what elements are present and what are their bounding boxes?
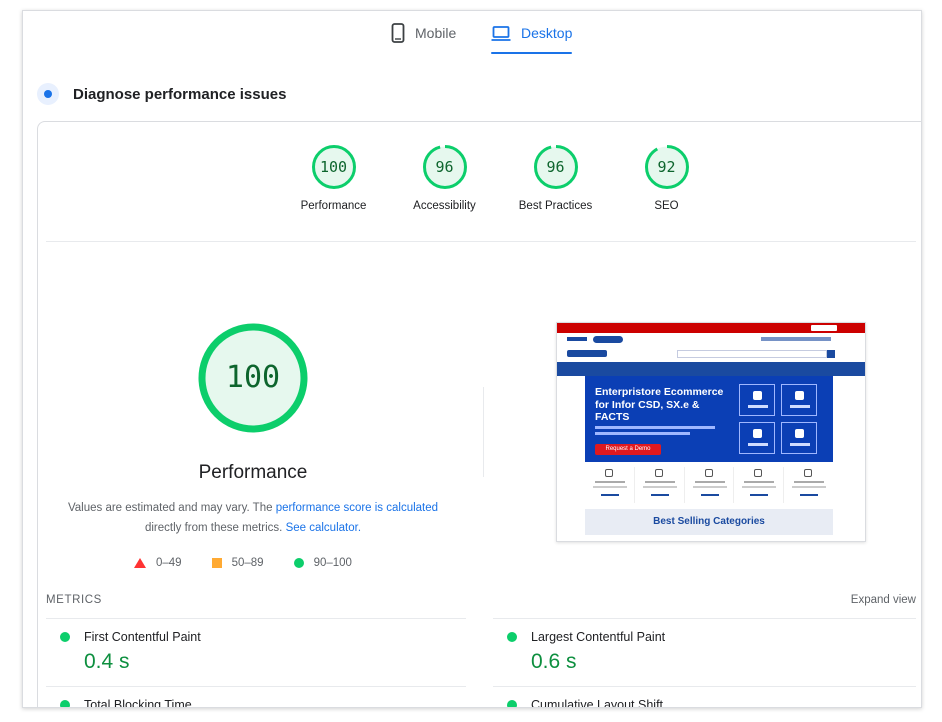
metrics-title: METRICS bbox=[46, 594, 102, 606]
gauge-ring: 96 bbox=[422, 144, 468, 190]
thumb-best-selling: Best Selling Categories bbox=[585, 509, 833, 535]
gauge-label: Accessibility bbox=[413, 200, 476, 212]
metric-cls: Cumulative Layout Shift bbox=[507, 698, 664, 708]
pass-circle-icon bbox=[60, 632, 70, 642]
gauge-ring: 96 bbox=[533, 144, 579, 190]
desc-text: directly from these metrics. bbox=[144, 522, 286, 534]
divider bbox=[46, 686, 466, 687]
diagnose-header: Diagnose performance issues bbox=[37, 83, 286, 105]
thumb-cta: Request a Demo bbox=[595, 444, 661, 455]
performance-summary: 100 Performance Values are estimated and… bbox=[38, 322, 468, 538]
pagespeed-panel: Mobile Desktop Diagnose performance issu… bbox=[22, 10, 922, 708]
gauge-score: 100 bbox=[319, 158, 348, 176]
metric-name: Total Blocking Time bbox=[84, 698, 192, 708]
triangle-icon bbox=[134, 558, 146, 568]
legend-fail: 0–49 bbox=[134, 557, 182, 569]
pass-circle-icon bbox=[507, 632, 517, 642]
desc-text: Values are estimated and may vary. The bbox=[67, 502, 276, 514]
performance-score: 100 bbox=[225, 360, 281, 395]
gauge-seo[interactable]: 92 SEO bbox=[611, 144, 722, 212]
laptop-icon bbox=[491, 23, 511, 46]
tab-desktop[interactable]: Desktop bbox=[491, 23, 573, 63]
gauge-score: 92 bbox=[657, 158, 676, 176]
metric-name: First Contentful Paint bbox=[84, 630, 201, 644]
gauge-performance[interactable]: 100 Performance bbox=[278, 144, 389, 212]
smartphone-icon bbox=[391, 23, 405, 46]
legend-pass-label: 90–100 bbox=[313, 557, 352, 569]
score-legend: 0–49 50–89 90–100 bbox=[134, 557, 352, 569]
score-gauges: 100 Performance 96 Accessibility 96 Best… bbox=[278, 144, 722, 212]
thumb-hero-title: Enterpristore Ecommerce for Infor CSD, S… bbox=[595, 386, 724, 423]
vertical-divider bbox=[483, 387, 484, 477]
thumb-topbar bbox=[557, 323, 865, 333]
gauge-label: Best Practices bbox=[518, 200, 593, 212]
tab-mobile[interactable]: Mobile bbox=[391, 23, 456, 63]
metric-name: Cumulative Layout Shift bbox=[531, 698, 664, 708]
divider bbox=[46, 241, 916, 242]
metric-tbt: Total Blocking Time bbox=[60, 698, 192, 708]
gauge-ring: 100 bbox=[311, 144, 357, 190]
thumb-features bbox=[585, 467, 833, 503]
report-card: 100 Performance 96 Accessibility 96 Best… bbox=[37, 121, 921, 708]
divider bbox=[493, 618, 916, 619]
metric-name: Largest Contentful Paint bbox=[531, 630, 666, 644]
metric-value: 0.6 s bbox=[531, 650, 577, 673]
performance-gauge: 100 bbox=[197, 322, 309, 434]
divider bbox=[493, 686, 916, 687]
expand-view-button[interactable]: Expand view bbox=[851, 594, 916, 606]
gauge-best-practices[interactable]: 96 Best Practices bbox=[500, 144, 611, 212]
thumb-hero: Enterpristore Ecommerce for Infor CSD, S… bbox=[585, 376, 833, 462]
legend-average-label: 50–89 bbox=[231, 557, 264, 569]
diagnose-icon bbox=[37, 83, 59, 105]
gauge-label: SEO bbox=[654, 200, 679, 212]
tab-mobile-label: Mobile bbox=[415, 25, 457, 41]
pass-circle-icon bbox=[507, 700, 517, 707]
legend-pass: 90–100 bbox=[293, 557, 352, 569]
thumb-nav bbox=[557, 362, 865, 376]
gauge-score: 96 bbox=[546, 158, 565, 176]
circle-icon bbox=[293, 558, 304, 568]
see-calculator-link[interactable]: See calculator. bbox=[286, 522, 361, 534]
gauge-label: Performance bbox=[300, 200, 367, 212]
metric-value: 0.4 s bbox=[84, 650, 130, 673]
thumb-row bbox=[557, 333, 865, 346]
gauge-accessibility[interactable]: 96 Accessibility bbox=[389, 144, 500, 212]
legend-fail-label: 0–49 bbox=[156, 557, 182, 569]
pass-circle-icon bbox=[60, 700, 70, 707]
square-icon bbox=[211, 558, 222, 568]
metric-lcp: Largest Contentful Paint 0.6 s bbox=[507, 630, 665, 674]
performance-description: Values are estimated and may vary. The p… bbox=[63, 498, 443, 538]
diagnose-title: Diagnose performance issues bbox=[73, 85, 287, 103]
score-calculated-link[interactable]: performance score is calculated bbox=[276, 502, 438, 514]
performance-title: Performance bbox=[198, 462, 308, 483]
page-screenshot[interactable]: Enterpristore Ecommerce for Infor CSD, S… bbox=[556, 322, 866, 542]
legend-average: 50–89 bbox=[211, 557, 264, 569]
metrics-header: METRICS Expand view bbox=[46, 594, 916, 606]
tab-desktop-label: Desktop bbox=[521, 25, 573, 41]
device-tabs: Mobile Desktop bbox=[23, 11, 921, 65]
gauge-score: 96 bbox=[435, 158, 454, 176]
gauge-ring: 92 bbox=[644, 144, 690, 190]
divider bbox=[46, 618, 466, 619]
metric-fcp: First Contentful Paint 0.4 s bbox=[60, 630, 201, 674]
thumb-header bbox=[557, 346, 865, 362]
